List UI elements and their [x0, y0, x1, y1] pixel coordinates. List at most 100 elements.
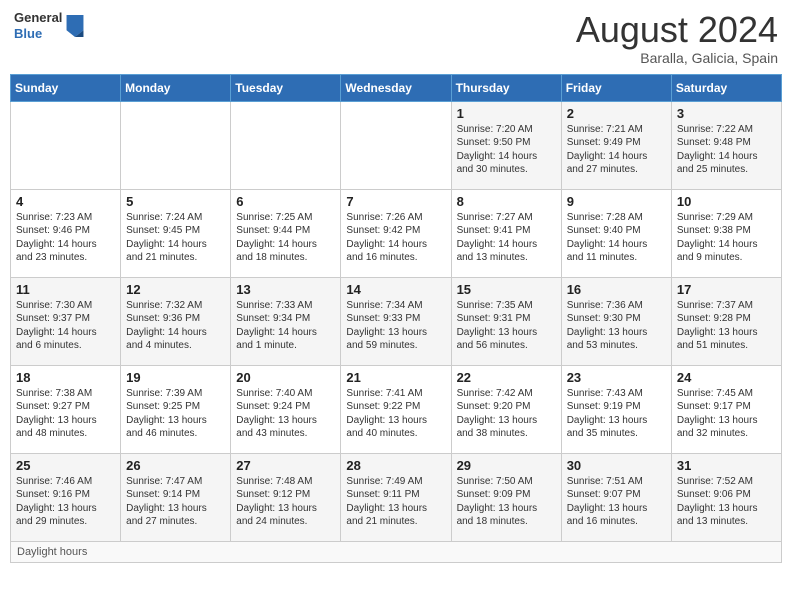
daylight-note: Daylight hours: [11, 541, 782, 562]
day-info: Sunrise: 7:29 AM Sunset: 9:38 PM Dayligh…: [677, 211, 776, 265]
day-info: Sunrise: 7:33 AM Sunset: 9:34 PM Dayligh…: [236, 299, 335, 353]
day-number: 23: [567, 370, 666, 385]
day-info: Sunrise: 7:39 AM Sunset: 9:25 PM Dayligh…: [126, 387, 225, 441]
calendar-day-cell: 2 Sunrise: 7:21 AM Sunset: 9:49 PM Daylig…: [561, 101, 671, 189]
day-info: Sunrise: 7:23 AM Sunset: 9:46 PM Dayligh…: [16, 211, 115, 265]
day-number: 28: [346, 458, 445, 473]
day-info: Sunrise: 7:41 AM Sunset: 9:22 PM Dayligh…: [346, 387, 445, 441]
day-info: Sunrise: 7:28 AM Sunset: 9:40 PM Dayligh…: [567, 211, 666, 265]
calendar-day-cell: 16Sunrise: 7:36 AM Sunset: 9:30 PM Dayli…: [561, 277, 671, 365]
day-number: 12: [126, 282, 225, 297]
calendar-day-cell: 18Sunrise: 7:38 AM Sunset: 9:27 PM Dayli…: [11, 365, 121, 453]
calendar-day-cell: 22 Sunrise: 7:42 AM Sunset: 9:20 PM Dayli…: [451, 365, 561, 453]
day-info: Sunrise: 7:36 AM Sunset: 9:30 PM Dayligh…: [567, 299, 666, 353]
day-number: 7: [346, 194, 445, 209]
month-year-title: August 2024: [576, 10, 778, 50]
day-number: 29: [457, 458, 556, 473]
calendar-day-cell: 26 Sunrise: 7:47 AM Sunset: 9:14 PM Dayli…: [121, 453, 231, 541]
day-info: Sunrise: 7:50 AM Sunset: 9:09 PM Dayligh…: [457, 475, 556, 529]
day-number: 6: [236, 194, 335, 209]
logo-text: General Blue: [14, 10, 62, 41]
day-info: Sunrise: 7:51 AM Sunset: 9:07 PM Dayligh…: [567, 475, 666, 529]
day-of-week-header: Monday: [121, 74, 231, 101]
day-of-week-header: Tuesday: [231, 74, 341, 101]
page-header: General Blue August 2024 Baralla, Galici…: [10, 10, 782, 66]
calendar-day-cell: 28 Sunrise: 7:49 AM Sunset: 9:11 PM Dayli…: [341, 453, 451, 541]
day-info: Sunrise: 7:46 AM Sunset: 9:16 PM Dayligh…: [16, 475, 115, 529]
calendar-day-cell: 30 Sunrise: 7:51 AM Sunset: 9:07 PM Dayli…: [561, 453, 671, 541]
calendar-day-cell: 5Sunrise: 7:24 AM Sunset: 9:45 PM Daylig…: [121, 189, 231, 277]
day-number: 20: [236, 370, 335, 385]
day-info: Sunrise: 7:21 AM Sunset: 9:49 PM Dayligh…: [567, 123, 666, 177]
day-of-week-header: Saturday: [671, 74, 781, 101]
calendar-day-cell: 7 Sunrise: 7:26 AM Sunset: 9:42 PM Daylig…: [341, 189, 451, 277]
day-number: 8: [457, 194, 556, 209]
day-number: 30: [567, 458, 666, 473]
day-info: Sunrise: 7:22 AM Sunset: 9:48 PM Dayligh…: [677, 123, 776, 177]
day-info: Sunrise: 7:52 AM Sunset: 9:06 PM Dayligh…: [677, 475, 776, 529]
calendar-day-cell: 25 Sunrise: 7:46 AM Sunset: 9:16 PM Dayli…: [11, 453, 121, 541]
calendar-day-cell: 12 Sunrise: 7:32 AM Sunset: 9:36 PM Dayli…: [121, 277, 231, 365]
day-number: 19: [126, 370, 225, 385]
logo-icon: [66, 15, 84, 37]
calendar-day-cell: 4 Sunrise: 7:23 AM Sunset: 9:46 PM Daylig…: [11, 189, 121, 277]
day-info: Sunrise: 7:32 AM Sunset: 9:36 PM Dayligh…: [126, 299, 225, 353]
calendar-day-cell: 3 Sunrise: 7:22 AM Sunset: 9:48 PM Daylig…: [671, 101, 781, 189]
calendar-day-cell: 29 Sunrise: 7:50 AM Sunset: 9:09 PM Dayli…: [451, 453, 561, 541]
day-number: 17: [677, 282, 776, 297]
logo-blue: Blue: [14, 26, 62, 42]
day-number: 14: [346, 282, 445, 297]
calendar-day-cell: 9 Sunrise: 7:28 AM Sunset: 9:40 PM Daylig…: [561, 189, 671, 277]
calendar-day-cell: 8Sunrise: 7:27 AM Sunset: 9:41 PM Daylig…: [451, 189, 561, 277]
day-number: 31: [677, 458, 776, 473]
calendar-day-cell: 15Sunrise: 7:35 AM Sunset: 9:31 PM Dayli…: [451, 277, 561, 365]
day-of-week-header: Friday: [561, 74, 671, 101]
day-info: Sunrise: 7:38 AM Sunset: 9:27 PM Dayligh…: [16, 387, 115, 441]
day-number: 2: [567, 106, 666, 121]
day-number: 3: [677, 106, 776, 121]
day-number: 25: [16, 458, 115, 473]
calendar-day-cell: 23 Sunrise: 7:43 AM Sunset: 9:19 PM Dayli…: [561, 365, 671, 453]
day-number: 5: [126, 194, 225, 209]
day-info: Sunrise: 7:42 AM Sunset: 9:20 PM Dayligh…: [457, 387, 556, 441]
day-number: 22: [457, 370, 556, 385]
calendar-header-row: SundayMondayTuesdayWednesdayThursdayFrid…: [11, 74, 782, 101]
calendar-week-row: 4 Sunrise: 7:23 AM Sunset: 9:46 PM Daylig…: [11, 189, 782, 277]
day-number: 26: [126, 458, 225, 473]
location-subtitle: Baralla, Galicia, Spain: [576, 50, 778, 66]
calendar-day-cell: 19 Sunrise: 7:39 AM Sunset: 9:25 PM Dayli…: [121, 365, 231, 453]
calendar-week-row: 18Sunrise: 7:38 AM Sunset: 9:27 PM Dayli…: [11, 365, 782, 453]
day-number: 10: [677, 194, 776, 209]
day-number: 11: [16, 282, 115, 297]
day-number: 21: [346, 370, 445, 385]
day-number: 13: [236, 282, 335, 297]
day-info: Sunrise: 7:26 AM Sunset: 9:42 PM Dayligh…: [346, 211, 445, 265]
calendar-week-row: 25 Sunrise: 7:46 AM Sunset: 9:16 PM Dayli…: [11, 453, 782, 541]
calendar-day-cell: [11, 101, 121, 189]
note-row: Daylight hours: [11, 541, 782, 562]
day-info: Sunrise: 7:49 AM Sunset: 9:11 PM Dayligh…: [346, 475, 445, 529]
calendar-week-row: 1 Sunrise: 7:20 AM Sunset: 9:50 PM Daylig…: [11, 101, 782, 189]
calendar-day-cell: [121, 101, 231, 189]
day-info: Sunrise: 7:20 AM Sunset: 9:50 PM Dayligh…: [457, 123, 556, 177]
day-info: Sunrise: 7:40 AM Sunset: 9:24 PM Dayligh…: [236, 387, 335, 441]
day-number: 9: [567, 194, 666, 209]
title-block: August 2024 Baralla, Galicia, Spain: [576, 10, 778, 66]
calendar-table: SundayMondayTuesdayWednesdayThursdayFrid…: [10, 74, 782, 563]
day-number: 1: [457, 106, 556, 121]
day-info: Sunrise: 7:30 AM Sunset: 9:37 PM Dayligh…: [16, 299, 115, 353]
day-info: Sunrise: 7:43 AM Sunset: 9:19 PM Dayligh…: [567, 387, 666, 441]
day-info: Sunrise: 7:47 AM Sunset: 9:14 PM Dayligh…: [126, 475, 225, 529]
logo-general: General: [14, 10, 62, 26]
calendar-day-cell: 13 Sunrise: 7:33 AM Sunset: 9:34 PM Dayli…: [231, 277, 341, 365]
day-info: Sunrise: 7:34 AM Sunset: 9:33 PM Dayligh…: [346, 299, 445, 353]
day-number: 24: [677, 370, 776, 385]
calendar-day-cell: 10 Sunrise: 7:29 AM Sunset: 9:38 PM Dayli…: [671, 189, 781, 277]
day-info: Sunrise: 7:25 AM Sunset: 9:44 PM Dayligh…: [236, 211, 335, 265]
day-of-week-header: Thursday: [451, 74, 561, 101]
day-number: 27: [236, 458, 335, 473]
calendar-day-cell: [231, 101, 341, 189]
day-number: 15: [457, 282, 556, 297]
day-number: 4: [16, 194, 115, 209]
day-info: Sunrise: 7:37 AM Sunset: 9:28 PM Dayligh…: [677, 299, 776, 353]
